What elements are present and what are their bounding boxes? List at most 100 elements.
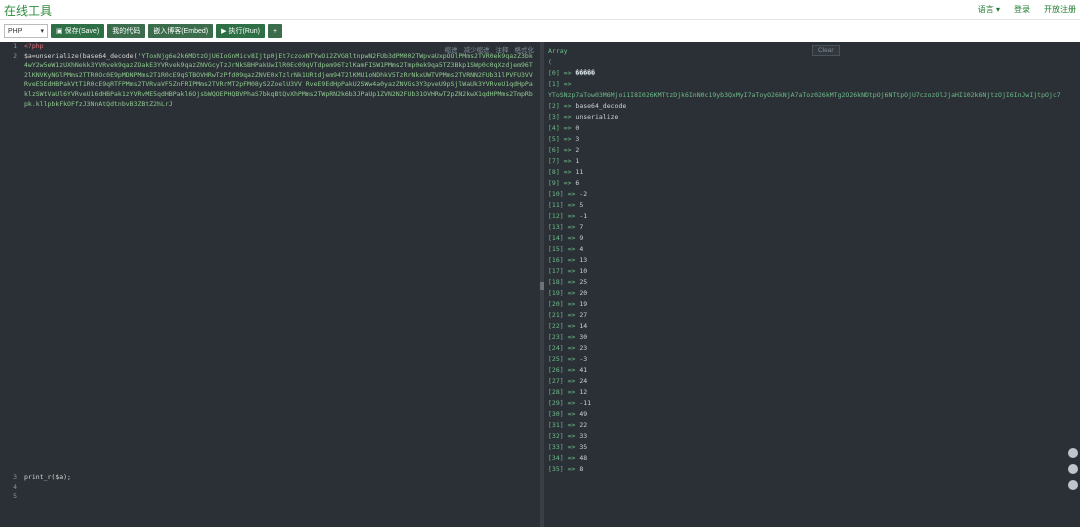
- output-line: [22] => 14: [548, 321, 1072, 332]
- output-value: 33: [579, 432, 588, 440]
- output-value: base64_decode: [575, 102, 627, 110]
- add-button-label: +: [273, 27, 278, 35]
- output-key: [14] =>: [548, 234, 580, 242]
- login-link[interactable]: 登录: [1014, 4, 1030, 15]
- output-value: 23: [579, 344, 588, 352]
- output-line: [1] =>: [548, 79, 1072, 90]
- wrapped-line-spacer: [0, 61, 20, 473]
- format-button[interactable]: 格式化: [515, 44, 535, 54]
- output-key: [17] =>: [548, 267, 580, 275]
- output-value: 7: [579, 223, 584, 231]
- save-button[interactable]: ▣ 保存(Save): [51, 24, 105, 38]
- code-line-2: $a=unserialize(base64_decode('YToxNjg6e2…: [24, 52, 536, 464]
- output-key: [19] =>: [548, 289, 580, 297]
- output-value: �����: [575, 69, 595, 77]
- output-key: [8] =>: [548, 168, 576, 176]
- output-key: [28] =>: [548, 388, 580, 396]
- output-line: [5] => 3: [548, 134, 1072, 145]
- output-key: [27] =>: [548, 377, 580, 385]
- add-button[interactable]: +: [268, 24, 283, 38]
- output-line: [33] => 35: [548, 442, 1072, 453]
- code-area[interactable]: <?php $a=unserialize(base64_decode('YTox…: [24, 42, 536, 492]
- output-line: [19] => 20: [548, 288, 1072, 299]
- output-key: [9] =>: [548, 179, 576, 187]
- language-menu[interactable]: 语言 ▾: [978, 4, 1000, 15]
- output-line: [14] => 9: [548, 233, 1072, 244]
- output-line: [27] => 24: [548, 376, 1072, 387]
- output-value: -3: [579, 355, 588, 363]
- line-number: 1: [13, 42, 17, 50]
- embed-button-label: 嵌入博客(Embed): [153, 28, 209, 35]
- editor-tools: 缩进 减少缩进 注释 格式化: [445, 44, 535, 54]
- output-line: [24] => 23: [548, 343, 1072, 354]
- output-value: 0: [575, 124, 580, 132]
- register-link[interactable]: 开放注册: [1044, 4, 1076, 15]
- code-editor[interactable]: 1 2 3 4 5 <?php $a=unserialize(base64_de…: [0, 42, 540, 527]
- output-key: [6] =>: [548, 146, 576, 154]
- output-key: [0] =>: [548, 69, 576, 77]
- output-value: 1: [575, 157, 580, 165]
- site-title[interactable]: 在线工具: [4, 2, 52, 19]
- output-key: [5] =>: [548, 135, 576, 143]
- my-code-button[interactable]: 我的代码: [107, 24, 146, 38]
- line-number: 5: [13, 492, 17, 501]
- embed-button[interactable]: 嵌入博客(Embed): [148, 24, 214, 38]
- output-key: [10] =>: [548, 190, 580, 198]
- output-line: [30] => 49: [548, 409, 1072, 420]
- output-value: 41: [579, 366, 588, 374]
- line-number: 4: [13, 482, 17, 491]
- output-line: (: [548, 57, 1072, 68]
- output-line: [7] => 1: [548, 156, 1072, 167]
- comment-button[interactable]: 注释: [496, 44, 509, 54]
- output-line: [13] => 7: [548, 222, 1072, 233]
- chevron-down-icon: ▾: [40, 28, 44, 35]
- output-key: [29] =>: [548, 399, 580, 407]
- output-line: [35] => 8: [548, 464, 1072, 475]
- output-value: 4: [579, 245, 584, 253]
- output-value: 2: [575, 146, 580, 154]
- output-line: [34] => 48: [548, 453, 1072, 464]
- play-icon: ▶: [221, 28, 227, 35]
- output-value: 9: [579, 234, 584, 242]
- language-value: PHP: [8, 27, 23, 35]
- output-value: 30: [579, 333, 588, 341]
- output-key: [16] =>: [548, 256, 580, 264]
- output-line: Array: [548, 46, 1072, 57]
- chat-icon[interactable]: [1068, 464, 1078, 474]
- output-body: Array ( [0] => ����� [1] => YToSNzp7aTow0…: [548, 46, 1072, 475]
- line-number: 3: [13, 473, 17, 482]
- output-key: [3] =>: [548, 113, 576, 121]
- output-key: [21] =>: [548, 311, 580, 319]
- output-value: 6: [575, 179, 580, 187]
- indent-button[interactable]: 缩进: [445, 44, 458, 54]
- share-icon[interactable]: [1068, 480, 1078, 490]
- wechat-icon[interactable]: [1068, 448, 1078, 458]
- language-select[interactable]: PHP ▾: [4, 24, 48, 38]
- output-value: -1: [579, 212, 588, 220]
- output-key: YToSNzp7aTow03M6Mjoi1I8I026KMTtzDjk6InN0…: [548, 91, 1061, 99]
- output-line: [10] => -2: [548, 189, 1072, 200]
- output-line: [16] => 13: [548, 255, 1072, 266]
- output-key: [22] =>: [548, 322, 580, 330]
- run-button[interactable]: ▶ 执行(Run): [216, 24, 265, 38]
- output-line: [12] => -1: [548, 211, 1072, 222]
- output-line: [9] => 6: [548, 178, 1072, 189]
- php-open-tag: <?php: [24, 42, 44, 50]
- output-key: [25] =>: [548, 355, 580, 363]
- output-key: [32] =>: [548, 432, 580, 440]
- output-line: [8] => 11: [548, 167, 1072, 178]
- outdent-button[interactable]: 减少缩进: [464, 44, 490, 54]
- output-value: 49: [579, 410, 588, 418]
- output-value: 48: [579, 454, 588, 462]
- run-button-label: 执行(Run): [228, 28, 260, 35]
- output-key: [11] =>: [548, 201, 580, 209]
- output-line: [18] => 25: [548, 277, 1072, 288]
- output-line: [20] => 19: [548, 299, 1072, 310]
- output-key: [7] =>: [548, 157, 576, 165]
- output-value: 8: [579, 465, 584, 473]
- output-key: [1] =>: [548, 80, 572, 88]
- output-value: 35: [579, 443, 588, 451]
- output-line: YToSNzp7aTow03M6Mjoi1I8I026KMTtzDjk6InN0…: [548, 90, 1072, 101]
